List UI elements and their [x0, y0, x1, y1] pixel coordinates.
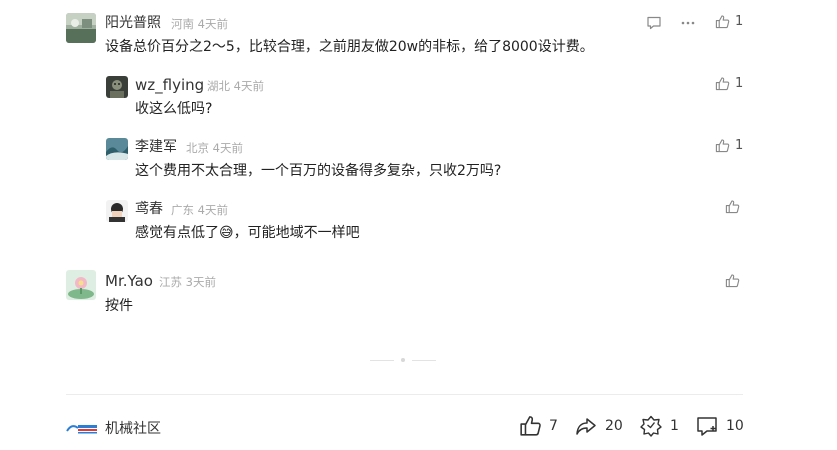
comment-text: 感觉有点低了😅，可能地域不一样吧: [135, 223, 360, 243]
thumb-up-icon: [715, 139, 730, 153]
comment-author[interactable]: Mr.Yao: [105, 272, 153, 290]
avatar[interactable]: [66, 13, 96, 43]
footer-comment-count: 10: [726, 418, 744, 434]
comment-text: 设备总价百分之2～5，比较合理，之前朋友做20w的非标，给了8000设计费。: [105, 39, 594, 55]
comment-text: 收这么低吗?: [135, 101, 213, 117]
footer-favorite-count: 1: [670, 418, 679, 434]
like-button[interactable]: 1: [715, 76, 743, 91]
favorite-icon: [640, 415, 662, 437]
comment-location: 湖北: [207, 79, 230, 93]
comment-icon: [647, 16, 661, 30]
footer-comment-button[interactable]: 10: [695, 414, 744, 438]
like-button[interactable]: 1: [715, 138, 743, 153]
comment-meta: 北京 4天前: [186, 140, 243, 156]
share-icon: [576, 418, 596, 435]
dot-icon: [401, 358, 405, 362]
reply-button[interactable]: [646, 15, 662, 31]
comment-text: 按件: [105, 298, 133, 314]
comment-text-part: ，可能地域不一样吧: [233, 225, 360, 241]
avatar[interactable]: [106, 76, 128, 98]
like-count: 1: [735, 14, 744, 29]
avatar[interactable]: [106, 200, 128, 222]
comment-time: 3天前: [185, 275, 216, 289]
more-icon: [681, 21, 695, 25]
like-count: 1: [735, 76, 744, 91]
community-name[interactable]: 机械社区: [105, 418, 161, 438]
community-logo[interactable]: [66, 420, 98, 434]
footer-like-button[interactable]: 7: [519, 414, 558, 437]
comment-meta: 湖北 4天前: [207, 78, 264, 94]
comment-author[interactable]: wz_flying: [135, 76, 204, 94]
like-count: 1: [735, 138, 744, 153]
comment-text: 这个费用不太合理，一个百万的设备得多复杂，只收2万吗?: [135, 163, 502, 179]
sweat-smile-emoji: 😅: [219, 225, 234, 241]
comment-time: 4天前: [197, 203, 228, 217]
footer-divider: [66, 394, 743, 395]
comment-add-icon: [697, 417, 717, 436]
comment-meta: 广东 4天前: [171, 202, 228, 218]
divider: [412, 359, 436, 361]
avatar[interactable]: [66, 270, 96, 300]
footer-share-button[interactable]: 20: [574, 414, 623, 438]
like-button[interactable]: [725, 273, 740, 288]
footer-share-count: 20: [605, 418, 623, 434]
comment-author[interactable]: 阳光普照: [105, 14, 161, 32]
comment-time: 4天前: [233, 79, 264, 93]
footer-like-count: 7: [549, 417, 558, 434]
thumb-up-icon: [715, 77, 730, 91]
comment-meta: 江苏 3天前: [159, 274, 216, 290]
like-button[interactable]: [725, 199, 740, 214]
thumb-up-icon: [715, 15, 730, 29]
avatar[interactable]: [106, 138, 128, 160]
divider: [370, 359, 394, 361]
footer-favorite-button[interactable]: 1: [639, 414, 679, 438]
comment-author[interactable]: 鸢春: [135, 200, 163, 218]
more-button[interactable]: [680, 15, 696, 31]
comment-location: 江苏: [159, 275, 182, 289]
comment-author[interactable]: 李建军: [135, 138, 177, 156]
comment-location: 河南: [171, 17, 194, 31]
like-button[interactable]: 1: [715, 14, 743, 29]
comment-location: 北京: [186, 141, 209, 155]
thumb-up-icon: [725, 274, 740, 288]
comment-text-part: 感觉有点低了: [135, 225, 219, 241]
comment-meta: 河南 4天前: [171, 16, 228, 32]
comment-time: 4天前: [197, 17, 228, 31]
thumb-up-icon: [520, 416, 541, 436]
comment-time: 4天前: [212, 141, 243, 155]
load-more-indicator[interactable]: [370, 358, 436, 362]
comment-location: 广东: [171, 203, 194, 217]
thumb-up-icon: [725, 200, 740, 214]
